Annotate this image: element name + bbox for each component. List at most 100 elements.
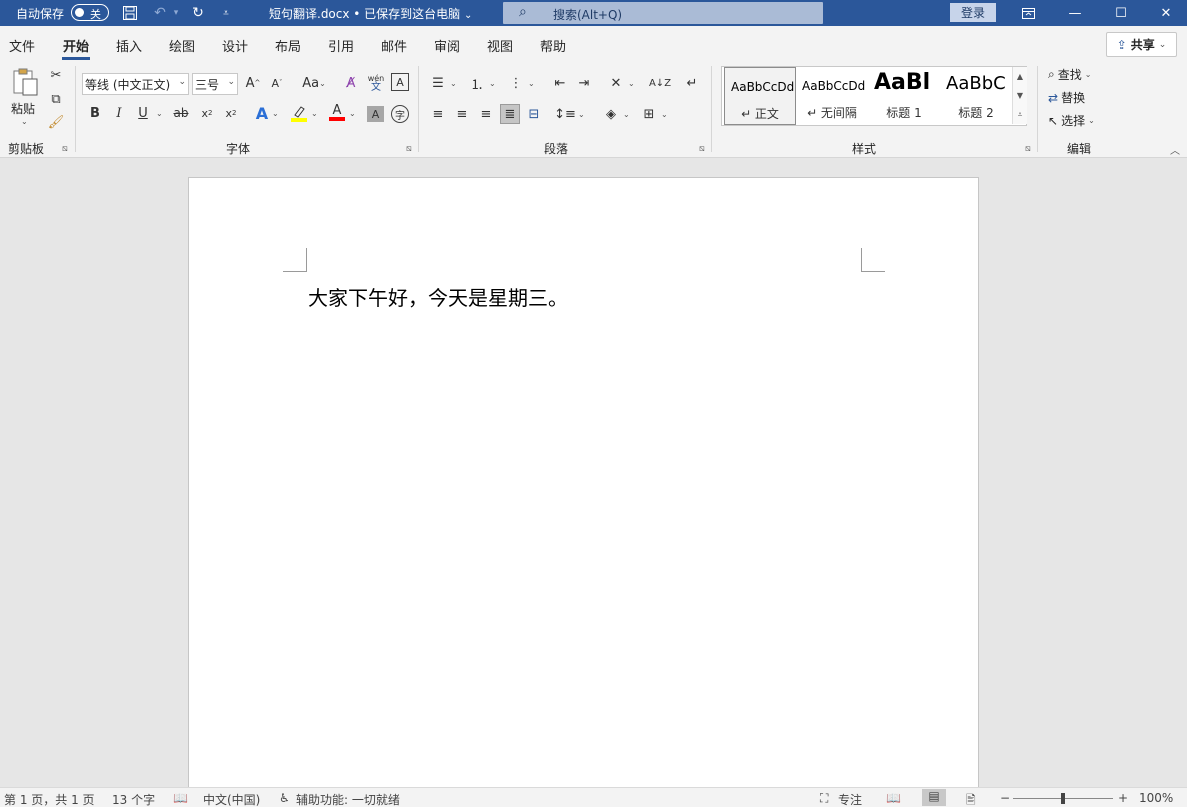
word-count[interactable]: 13 个字 [112, 791, 155, 807]
tab-home[interactable]: 开始 [61, 36, 91, 60]
tab-references[interactable]: 引用 [328, 36, 354, 55]
text-effects-dropdown-icon[interactable]: ⌄ [272, 109, 279, 118]
styles-scroll-down-icon[interactable]: ▼ [1012, 86, 1027, 105]
borders-icon[interactable]: ⊞ [639, 105, 659, 123]
change-case-icon[interactable]: Aa ⌄ [298, 74, 330, 92]
accessibility-status[interactable]: 辅助功能: 一切就绪 [296, 791, 400, 807]
enclose-characters-icon[interactable]: 字 [391, 105, 409, 123]
font-name-combo[interactable]: 等线 (中文正文) ⌄ [82, 73, 189, 95]
strikethrough-icon[interactable]: ab [172, 104, 190, 122]
format-painter-icon[interactable]: 🖌 [47, 113, 65, 131]
signin-button[interactable]: 登录 [950, 3, 996, 22]
print-layout-icon[interactable]: ▤ [922, 789, 946, 806]
tab-design[interactable]: 设计 [222, 36, 248, 55]
shading-dropdown-icon[interactable]: ⌄ [623, 110, 630, 119]
align-right-icon[interactable]: ≡ [476, 105, 496, 123]
close-icon[interactable]: ✕ [1143, 0, 1187, 26]
distributed-icon[interactable]: ⊟ [524, 105, 544, 123]
chinese-layout-dropdown-icon[interactable]: ⌄ [628, 79, 635, 88]
character-border-icon[interactable]: A [391, 73, 409, 91]
shrink-font-icon[interactable]: Aˇ [268, 74, 286, 92]
underline-icon[interactable]: U [134, 104, 152, 122]
maximize-icon[interactable]: ☐ [1098, 0, 1144, 26]
proofing-icon[interactable]: 📖 [173, 791, 188, 805]
highlight-icon[interactable] [290, 104, 308, 122]
style-heading-1[interactable]: AaBl 标题 1 [868, 67, 940, 125]
zoom-out-button[interactable]: − [1000, 791, 1010, 805]
styles-scroll-up-icon[interactable]: ▲ [1012, 67, 1027, 86]
cut-icon[interactable]: ✂ [47, 66, 65, 84]
copy-icon[interactable]: ⧉ [47, 90, 65, 108]
styles-more-icon[interactable]: ⩡ [1012, 105, 1027, 124]
grow-font-icon[interactable]: A ^ [244, 74, 262, 92]
tab-mailings[interactable]: 邮件 [381, 36, 407, 55]
page-info[interactable]: 第 1 页，共 1 页 [4, 791, 95, 807]
read-mode-icon[interactable]: 📖 [886, 791, 901, 805]
bullets-dropdown-icon[interactable]: ⌄ [450, 79, 457, 88]
increase-indent-icon[interactable]: ⇥ [574, 74, 594, 92]
style-no-spacing[interactable]: AaBbCcDd ↵ 无间隔 [796, 67, 868, 125]
save-icon[interactable] [120, 3, 140, 23]
font-launcher-icon[interactable]: ⧅ [406, 144, 412, 154]
ribbon-display-options-icon[interactable] [1005, 0, 1051, 26]
multilevel-dropdown-icon[interactable]: ⌄ [528, 79, 535, 88]
paragraph-launcher-icon[interactable]: ⧅ [699, 144, 705, 154]
align-center-icon[interactable]: ≡ [452, 105, 472, 123]
superscript-icon[interactable]: x2 [222, 104, 240, 122]
web-layout-icon[interactable]: 🖹 [966, 791, 976, 807]
zoom-in-button[interactable]: + [1118, 791, 1128, 805]
multilevel-list-icon[interactable]: ⋮ [506, 74, 526, 92]
select-button[interactable]: ↖ 选择 ⌄ [1048, 112, 1095, 129]
phonetic-guide-icon[interactable]: wén 文 [366, 72, 386, 94]
underline-dropdown-icon[interactable]: ⌄ [156, 109, 163, 118]
tab-view[interactable]: 视图 [487, 36, 513, 55]
font-color-dropdown-icon[interactable]: ⌄ [349, 109, 356, 118]
justify-icon[interactable]: ≣ [500, 104, 520, 124]
clear-formatting-icon[interactable]: A̸ [341, 74, 361, 92]
font-color-icon[interactable]: A [328, 104, 346, 122]
tab-draw[interactable]: 绘图 [169, 36, 195, 55]
undo-dropdown-icon[interactable]: ▾ [166, 3, 186, 23]
numbering-icon[interactable]: ⒈ [467, 74, 487, 93]
clipboard-launcher-icon[interactable]: ⧅ [62, 144, 68, 154]
numbering-dropdown-icon[interactable]: ⌄ [489, 79, 496, 88]
collapse-ribbon-icon[interactable]: ︿ [1170, 142, 1180, 157]
zoom-slider-thumb[interactable] [1061, 793, 1065, 804]
align-left-icon[interactable]: ≡ [428, 105, 448, 123]
tab-layout[interactable]: 布局 [275, 36, 301, 55]
zoom-level[interactable]: 100% [1139, 791, 1173, 805]
document-text[interactable]: 大家下午好，今天是星期三。 [308, 282, 568, 311]
tab-insert[interactable]: 插入 [116, 36, 142, 55]
find-button[interactable]: ⌕ 查找 ⌄ [1048, 66, 1091, 83]
customize-toolbar-icon[interactable]: ⩡ [216, 3, 236, 23]
focus-icon[interactable]: ⛶ [820, 791, 828, 806]
styles-launcher-icon[interactable]: ⧅ [1025, 144, 1031, 154]
paste-label[interactable]: 粘贴 [11, 100, 35, 117]
font-size-combo[interactable]: 三号 ⌄ [192, 73, 238, 95]
line-spacing-icon[interactable]: ↕≡ [554, 105, 576, 123]
document-page[interactable]: 大家下午好，今天是星期三。 [188, 177, 979, 797]
sort-icon[interactable]: A↓Z [649, 74, 671, 92]
autosave-toggle[interactable]: 关 [71, 4, 109, 21]
style-heading-2[interactable]: AaBbC 标题 2 [940, 67, 1012, 125]
paste-dropdown-icon[interactable]: ⌄ [21, 117, 28, 126]
share-button[interactable]: ⇪ 共享 ⌄ [1106, 32, 1177, 57]
shading-icon[interactable]: ◈ [601, 105, 621, 123]
tab-help[interactable]: 帮助 [540, 36, 566, 55]
redo-icon[interactable]: ↻ [188, 3, 208, 23]
chinese-layout-icon[interactable]: ✕ [606, 74, 626, 92]
tab-file[interactable]: 文件 [9, 36, 35, 55]
paste-icon[interactable] [8, 66, 42, 98]
character-shading-icon[interactable]: A [367, 106, 384, 122]
document-title[interactable]: 短句翻译.docx • 已保存到这台电脑 ⌄ [269, 5, 472, 22]
replace-button[interactable]: ⇄ 替换 [1048, 89, 1085, 106]
focus-label[interactable]: 专注 [838, 791, 862, 807]
search-box[interactable]: ⌕ 搜索(Alt+Q) [503, 2, 823, 24]
text-effects-icon[interactable]: A [252, 104, 272, 123]
borders-dropdown-icon[interactable]: ⌄ [661, 110, 668, 119]
decrease-indent-icon[interactable]: ⇤ [550, 74, 570, 92]
highlight-dropdown-icon[interactable]: ⌄ [311, 109, 318, 118]
bullets-icon[interactable]: ☰ [428, 74, 448, 92]
minimize-icon[interactable]: — [1052, 0, 1098, 26]
show-marks-icon[interactable]: ↵ [682, 74, 702, 92]
